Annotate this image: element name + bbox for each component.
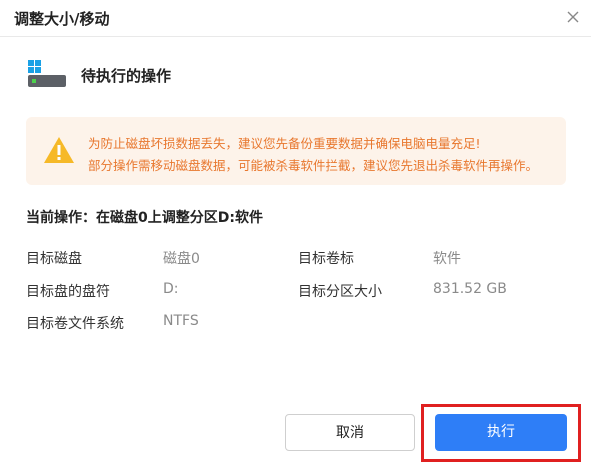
warning-text-line1: 为防止磁盘坏损数据丢失，建议您先备份重要数据并确保电脑电量充足!	[88, 136, 481, 151]
target-volume-label: 目标卷标	[298, 251, 354, 267]
title-bar: 调整大小/移动	[0, 0, 591, 37]
partition-size-value: 831.52 GB	[433, 281, 507, 297]
operation-header: 待执行的操作	[26, 58, 566, 92]
warning-text-line2: 部分操作需移动磁盘数据，可能被杀毒软件拦截，建议您先退出杀毒软件再操作。	[88, 158, 539, 173]
filesystem-label: 目标卷文件系统	[26, 316, 124, 332]
close-icon[interactable]	[563, 7, 583, 27]
filesystem-value: NTFS	[163, 313, 199, 329]
operation-header-text: 待执行的操作	[81, 67, 172, 85]
window-title: 调整大小/移动	[14, 10, 110, 28]
warning-triangle-icon	[44, 137, 74, 163]
current-operation: 当前操作：在磁盘0上调整分区D:软件	[26, 210, 263, 226]
execute-button[interactable]: 执行	[435, 414, 567, 451]
target-disk-value: 磁盘0	[163, 251, 200, 267]
target-disk-label: 目标磁盘	[26, 251, 82, 267]
drive-letter-value: D:	[163, 281, 179, 297]
partition-size-label: 目标分区大小	[298, 284, 382, 300]
windows-disk-icon	[28, 60, 66, 87]
target-volume-value: 软件	[433, 251, 461, 267]
cancel-button[interactable]: 取消	[285, 414, 415, 451]
drive-letter-label: 目标盘的盘符	[26, 284, 110, 300]
warning-box: 为防止磁盘坏损数据丢失，建议您先备份重要数据并确保电脑电量充足! 部分操作需移动…	[26, 117, 566, 185]
